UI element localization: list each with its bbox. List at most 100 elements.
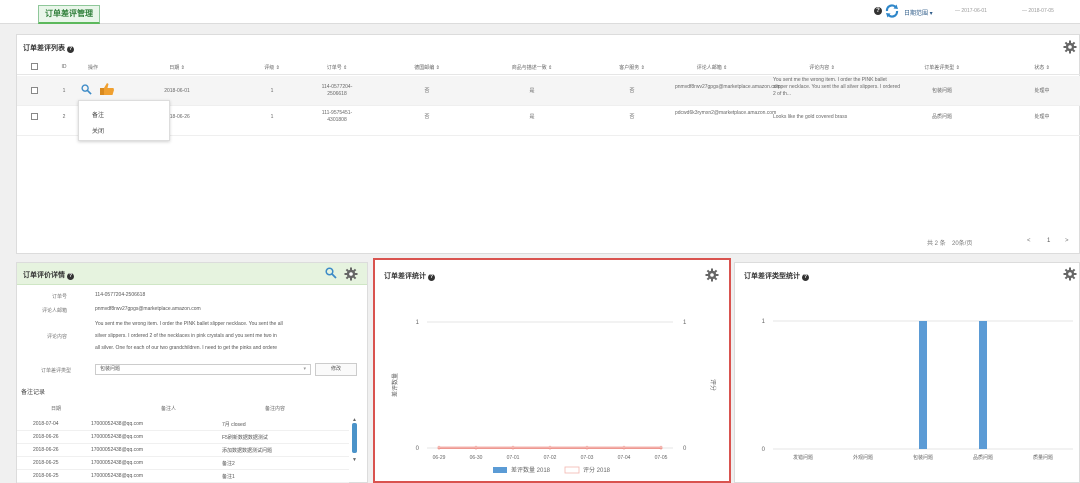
note-user: 17000052438@qq.com [91,460,144,466]
row-type: 品质问题 [931,114,952,120]
note-text: F5刷新数据数据测试 [222,435,268,441]
notes-title: 备注记录 [21,390,46,396]
row-postal: 否 [424,88,430,94]
x-tick-label: 品质问题 [973,454,993,461]
order-review-detail-panel: 订单评价详情? 订单号 114-0577204-2506618 评论人邮箱 pn… [16,262,368,483]
search-icon[interactable] [325,267,337,279]
y-tick-label: 1 [762,319,766,325]
date-range-dropdown[interactable]: 日期范围 ▾ [904,8,933,17]
row-email: pdcwd6k3rymxn2@marketplace.amazon.com [675,110,777,116]
notes-column-header: 备注人 [161,406,177,412]
column-header[interactable]: 状态 ⇕ [1027,64,1057,71]
menu-item-note[interactable]: 备注 [92,110,104,119]
row-service: 否 [629,88,635,94]
x-tick-label: 07-02 [544,455,557,461]
search-icon[interactable] [81,84,92,95]
legend-swatch [493,467,507,473]
pager-page-size[interactable]: 20条/页 [952,238,972,247]
note-date: 2018-06-25 [33,473,59,479]
note-row: 2018-06-25 17000052438@qq.com 备注1 [17,470,349,483]
scroll-down-arrow-icon[interactable]: ▼ [352,457,357,463]
row-email: pnmvdf8rwv27gpgs@marketplace.amazon.com [675,84,781,90]
pager-page-number[interactable]: 1 [1047,238,1050,244]
order-bad-review-list-panel: 订单差评列表? ID 操作 日期 ⇕ 评级 ⇕ 订单号 ⇕ 德国邮编 ⇕ 商品与… [16,34,1080,254]
help-icon[interactable]: ? [67,46,74,53]
row-id: 2 [62,114,66,120]
pointer-hand-icon[interactable] [99,82,115,96]
panel-title: 订单评价详情? [23,270,74,280]
help-icon[interactable]: ? [67,273,74,280]
y2-axis-label: 评分 [709,379,717,391]
select-all-checkbox[interactable] [31,63,38,70]
note-row: 2018-06-26 17000052438@qq.com 添加数据数据测试问题 [17,444,349,457]
note-date: 2018-07-04 [33,421,59,427]
column-header[interactable]: 德国邮编 ⇕ [402,64,452,71]
data-point [585,445,589,449]
row-checkbox[interactable] [31,87,38,94]
order-no-value: 114-0577204-2506618 [95,292,146,298]
data-point [511,445,515,449]
column-header[interactable]: 订单号 ⇕ [317,64,357,71]
note-user: 17000052438@qq.com [91,473,144,479]
tab-order-bad-review[interactable]: 订单差评管理 [38,5,100,24]
date-start-field[interactable]: — 2017-06-01 [955,8,987,14]
row-date: 2018-06-01 [164,88,190,94]
row-action-popup-menu: 备注 关闭 [78,100,170,141]
note-row: 2018-06-25 17000052438@qq.com 备注2 [17,457,349,470]
column-header[interactable]: 评论内容 ⇕ [787,64,857,71]
row-rating: 1 [270,88,274,94]
y2-tick-label: 1 [683,320,687,326]
x-tick-label: 07-04 [618,455,631,461]
data-point [474,445,478,449]
column-header[interactable]: 评论人邮箱 ⇕ [677,64,747,71]
settings-gear-icon[interactable] [344,267,358,281]
data-point [437,445,441,449]
note-text: 备注2 [222,461,235,467]
modify-button[interactable]: 修改 [315,363,357,376]
legend-label: 差评数量 2018 [511,466,551,474]
email-value: pnmvdf8rwv27gpgs@marketplace.amazon.com [95,306,201,312]
bar [919,321,927,449]
date-end-field[interactable]: — 2018-07-05 [1022,8,1054,14]
row-status: 处理中 [1034,88,1050,94]
help-icon[interactable]: ? [874,7,882,15]
notes-scrollbar[interactable] [352,423,357,453]
column-header[interactable]: 商品与描述一致 ⇕ [487,64,577,71]
review-type-select[interactable]: 包装问题 ▾ [95,364,311,375]
column-header[interactable]: 评级 ⇕ [257,64,287,71]
row-content: Looks like the gold covered brass [773,114,848,120]
column-header[interactable]: 订单差评类型 ⇕ [912,64,972,71]
x-tick-label: 发错问题 [793,454,813,461]
menu-item-close[interactable]: 关闭 [92,126,104,135]
chevron-down-icon: ▾ [303,366,306,372]
column-header[interactable]: 客户服务 ⇕ [607,64,657,71]
notes-column-header: 备注内容 [265,406,286,412]
table-row[interactable]: 1 2018-06-01 1 114-0577204-2506618 否 是 否… [17,76,1080,106]
note-date: 2018-06-26 [33,434,59,440]
settings-gear-icon[interactable] [1063,40,1077,54]
data-point [548,445,552,449]
panel-title: 订单差评列表? [23,43,74,53]
column-header[interactable]: 日期 ⇕ [157,64,197,71]
row-type: 包装问题 [931,88,952,94]
legend-swatch [564,466,580,474]
email-label: 评论人邮箱 [41,308,67,314]
refresh-icon[interactable] [884,3,900,19]
table-row[interactable]: 2 2018-06-26 1 111-9575451-4301808 否 是 否… [17,106,1080,136]
order-no-label: 订单号 [51,294,67,300]
note-user: 17000052438@qq.com [91,434,144,440]
column-header: ID [61,64,67,70]
top-bar: 订单差评管理 ? 日期范围 ▾ — 2017-06-01 — 2018-07-0… [0,0,1080,24]
note-date: 2018-06-26 [33,447,59,453]
row-checkbox[interactable] [31,113,38,120]
pager-prev-button[interactable]: < [1027,238,1031,244]
y-tick-label: 0 [762,447,766,453]
row-consistent: 是 [529,88,535,94]
note-text: 备注1 [222,474,235,480]
y2-tick-label: 0 [683,446,687,452]
type-label: 订单差评类型 [40,368,71,374]
x-tick-label: 07-01 [507,455,520,461]
row-postal: 否 [424,114,430,120]
note-row: 2018-07-04 17000052438@qq.com 7月 closed [17,418,349,431]
pager-next-button[interactable]: > [1065,238,1069,244]
